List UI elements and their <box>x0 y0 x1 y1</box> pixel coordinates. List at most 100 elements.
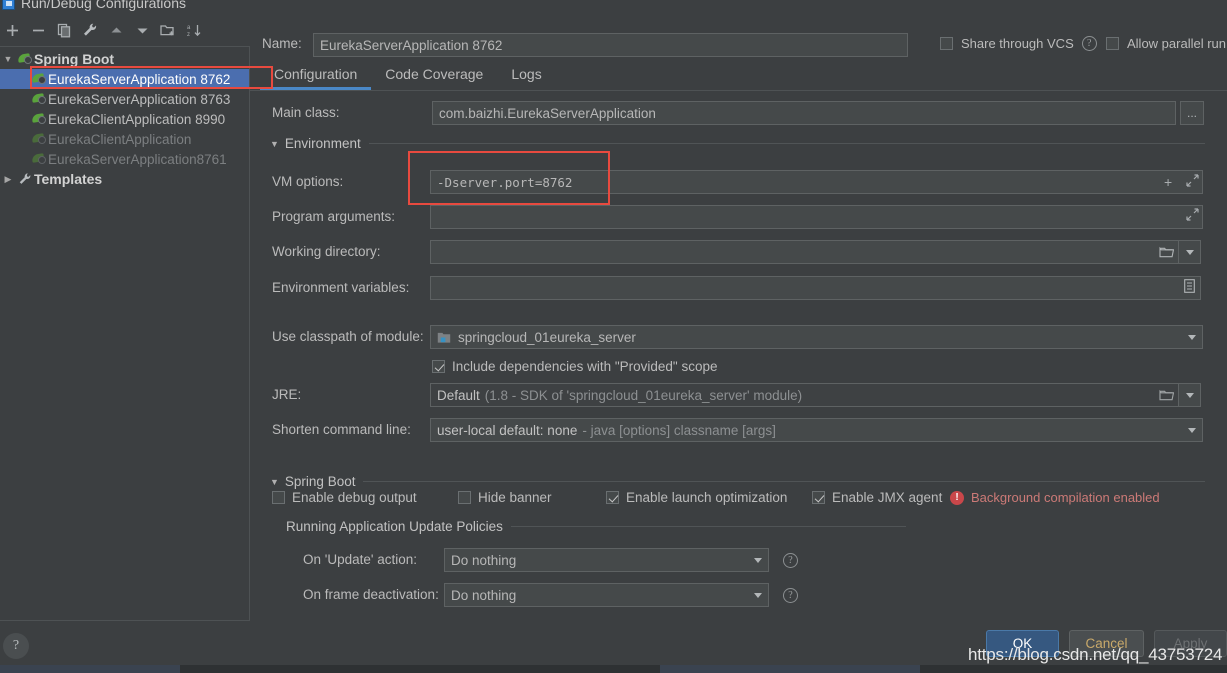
enable-launch-optimization-checkbox[interactable] <box>606 491 619 504</box>
move-down-button[interactable] <box>130 18 154 42</box>
share-vcs-row[interactable]: Share through VCS ? <box>940 36 1097 51</box>
edit-templates-button[interactable] <box>78 18 102 42</box>
configurations-toolbar: a z <box>0 16 250 44</box>
group-divider <box>510 526 906 527</box>
environment-group-label: Environment <box>284 136 361 151</box>
environment-group-header[interactable]: ▼ Environment <box>270 136 1205 151</box>
enable-debug-output-row[interactable]: Enable debug output <box>272 490 417 505</box>
sort-button[interactable]: a z <box>182 18 206 42</box>
tree-item-eurekaclient-8990[interactable]: EurekaClientApplication 8990 <box>0 109 249 129</box>
plus-icon[interactable]: + <box>1164 174 1172 190</box>
working-directory-browse-button[interactable] <box>1155 240 1179 264</box>
shorten-command-line-hint: - java [options] classname [args] <box>582 422 776 438</box>
main-class-value: com.baizhi.EurekaServerApplication <box>439 105 656 121</box>
wrench-icon <box>16 172 34 186</box>
tree-group-spring-boot[interactable]: ▼ Spring Boot <box>0 49 249 69</box>
allow-parallel-checkbox[interactable] <box>1106 37 1119 50</box>
tree-group-templates[interactable]: ▶ Templates <box>0 169 249 189</box>
tab-code-coverage[interactable]: Code Coverage <box>371 62 497 90</box>
hide-banner-label: Hide banner <box>478 490 552 505</box>
tree-item-label: EurekaServerApplication 8762 <box>48 71 231 87</box>
tree-group-label: Spring Boot <box>34 51 115 67</box>
allow-parallel-row[interactable]: Allow parallel run <box>1106 36 1226 51</box>
include-provided-row[interactable]: Include dependencies with "Provided" sco… <box>432 359 718 374</box>
configurations-tree-panel[interactable]: ▼ Spring Boot EurekaServerApplication 87… <box>0 46 250 621</box>
on-frame-deactivation-dropdown[interactable]: Do nothing <box>444 583 769 607</box>
on-update-action-label: On 'Update' action: <box>303 552 417 567</box>
tree-item-eurekaserver-8763[interactable]: EurekaServerApplication 8763 <box>0 89 249 109</box>
share-vcs-checkbox[interactable] <box>940 37 953 50</box>
jre-browse-button[interactable] <box>1155 383 1179 407</box>
chevron-down-icon[interactable] <box>754 592 762 598</box>
spring-boot-icon <box>16 52 34 66</box>
jre-value: Default <box>437 387 480 403</box>
tab-logs[interactable]: Logs <box>497 62 555 90</box>
hide-banner-row[interactable]: Hide banner <box>458 490 552 505</box>
main-class-browse-button[interactable]: ... <box>1180 101 1204 125</box>
list-icon[interactable] <box>1184 279 1195 296</box>
hide-banner-checkbox[interactable] <box>458 491 471 504</box>
environment-variables-input[interactable] <box>430 276 1201 300</box>
on-frame-deactivation-label-row: On frame deactivation: <box>303 587 439 602</box>
tab-configuration[interactable]: Configuration <box>260 62 372 90</box>
chevron-right-icon[interactable]: ▶ <box>0 174 16 185</box>
environment-variables-label: Environment variables: <box>272 280 410 295</box>
remove-button[interactable] <box>26 18 50 42</box>
svg-text:a: a <box>187 25 191 31</box>
tree-item-eurekaserver-8761[interactable]: EurekaServerApplication8761 <box>0 149 249 169</box>
enable-jmx-agent-checkbox[interactable] <box>812 491 825 504</box>
on-frame-deactivation-help-icon[interactable]: ? <box>783 588 798 603</box>
spring-boot-group-label: Spring Boot <box>284 474 356 489</box>
tree-item-label: EurekaClientApplication <box>48 131 192 147</box>
chevron-down-icon[interactable] <box>1188 334 1196 340</box>
working-directory-label: Working directory: <box>272 244 381 259</box>
chevron-down-icon[interactable] <box>1188 427 1196 433</box>
jre-dropdown-button[interactable] <box>1179 383 1201 407</box>
program-arguments-input[interactable] <box>430 205 1203 229</box>
working-directory-input[interactable] <box>430 240 1177 264</box>
desktop-taskbar-strip <box>0 665 1227 673</box>
copy-button[interactable] <box>52 18 76 42</box>
shorten-command-line-value: user-local default: none <box>437 422 578 438</box>
vm-options-input[interactable]: -Dserver.port=8762 <box>430 170 1203 194</box>
chevron-down-icon[interactable]: ▼ <box>0 54 16 64</box>
watermark-text: https://blog.csdn.net/qq_43753724 <box>968 645 1223 664</box>
on-update-help-icon[interactable]: ? <box>783 553 798 568</box>
include-provided-checkbox[interactable] <box>432 360 445 373</box>
chevron-down-icon[interactable]: ▼ <box>270 477 279 487</box>
vm-options-label-row: VM options: <box>272 174 343 189</box>
expand-icon[interactable] <box>1186 208 1199 224</box>
update-policies-group-header: Running Application Update Policies <box>286 519 906 534</box>
enable-jmx-agent-row[interactable]: Enable JMX agent <box>812 490 942 505</box>
move-up-button[interactable] <box>104 18 128 42</box>
jre-input[interactable]: Default (1.8 - SDK of 'springcloud_01eur… <box>430 383 1177 407</box>
classpath-module-dropdown[interactable]: springcloud_01eureka_server <box>430 325 1203 349</box>
dialog-titlebar: Run/Debug Configurations <box>0 0 1227 15</box>
main-class-input[interactable]: com.baizhi.EurekaServerApplication <box>432 101 1176 125</box>
update-policies-label: Running Application Update Policies <box>286 519 503 534</box>
classpath-module-label: Use classpath of module: <box>272 329 424 344</box>
spring-boot-group-header[interactable]: ▼ Spring Boot <box>270 474 1205 489</box>
tree-item-eurekaserver-8762[interactable]: EurekaServerApplication 8762 <box>0 69 249 89</box>
chevron-down-icon[interactable] <box>754 557 762 563</box>
idea-app-icon <box>2 0 15 10</box>
add-button[interactable] <box>0 18 24 42</box>
name-input[interactable]: EurekaServerApplication 8762 <box>313 33 908 57</box>
chevron-down-icon[interactable]: ▼ <box>270 139 279 149</box>
shorten-command-line-dropdown[interactable]: user-local default: none - java [options… <box>430 418 1203 442</box>
working-directory-dropdown-button[interactable] <box>1179 240 1201 264</box>
on-update-label-row: On 'Update' action: <box>303 552 417 567</box>
working-directory-label-row: Working directory: <box>272 244 381 259</box>
module-icon <box>437 331 451 344</box>
enable-debug-output-checkbox[interactable] <box>272 491 285 504</box>
svg-text:z: z <box>187 32 190 38</box>
on-update-action-dropdown[interactable]: Do nothing <box>444 548 769 572</box>
new-folder-button[interactable] <box>156 18 180 42</box>
env-vars-label-row: Environment variables: <box>272 280 409 295</box>
help-icon[interactable]: ? <box>1081 36 1097 51</box>
expand-icon[interactable] <box>1186 174 1199 190</box>
spring-boot-icon <box>30 72 48 86</box>
tree-item-eurekaclient[interactable]: EurekaClientApplication <box>0 129 249 149</box>
enable-launch-optimization-row[interactable]: Enable launch optimization <box>606 490 787 505</box>
help-button[interactable]: ? <box>3 633 29 659</box>
